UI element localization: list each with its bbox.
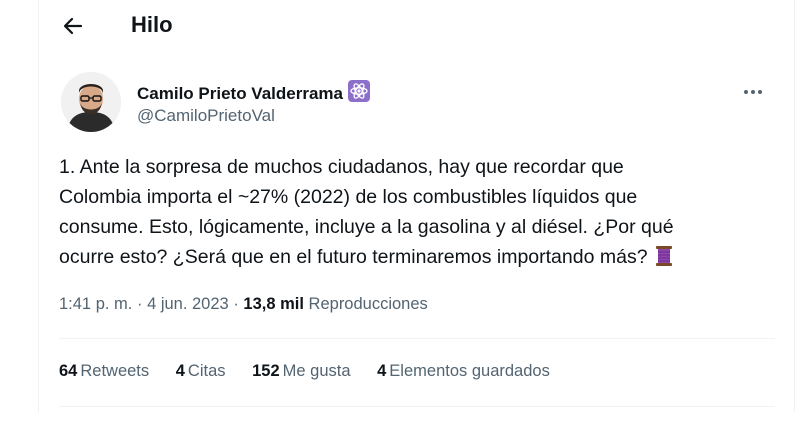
tweet-text: 1. Ante la sorpresa de muchos ciudadanos… (59, 152, 749, 272)
stat-label: Me gusta (282, 362, 351, 380)
tweet-line: 1. Ante la sorpresa de muchos ciudadanos… (59, 156, 624, 178)
more-horizontal-icon[interactable] (739, 82, 767, 102)
stat-label: Citas (187, 362, 226, 380)
stat-label: Elementos guardados (389, 362, 550, 380)
tweet-line: consume. Esto, lógicamente, incluye a la… (59, 216, 674, 238)
thread-spool-icon (652, 244, 676, 268)
author-handle[interactable]: @CamiloPrietoVal (137, 106, 275, 126)
tweet-line: Colombia importa el ~27% (2022) de los c… (59, 186, 638, 208)
tweet-line-last: ocurre esto? ¿Será que en el futuro term… (59, 242, 749, 272)
tweet-time[interactable]: 1:41 p. m. (59, 295, 132, 313)
author-name[interactable]: Camilo Prieto Valderrama (137, 80, 370, 104)
tweet-line: ocurre esto? ¿Será que en el futuro term… (59, 246, 648, 268)
stat-count: 64 (59, 362, 78, 380)
stat-count: 4 (377, 362, 387, 380)
tweet-meta: 1:41 p. m. · 4 jun. 2023 · 13,8 mil Repr… (59, 295, 428, 314)
meta-separator: · (233, 295, 239, 313)
atom-icon (347, 80, 370, 102)
likes-stat[interactable]: 152 Me gusta (252, 362, 350, 381)
retweets-stat[interactable]: 64 Retweets (59, 362, 149, 381)
divider (59, 406, 775, 407)
divider (59, 338, 775, 339)
header: Hilo (39, 0, 794, 52)
meta-separator: · (136, 295, 143, 313)
stat-label: Retweets (80, 362, 150, 380)
engagement-stats: 64 Retweets 4 Citas 152 Me gusta 4 Elementos… (59, 362, 572, 381)
arrow-left-icon[interactable] (59, 12, 87, 40)
views-count: 13,8 mil (243, 295, 304, 313)
bookmarks-stat[interactable]: 4 Elementos guardados (377, 362, 550, 381)
views-label: Reproducciones (308, 295, 428, 313)
stat-count: 152 (252, 362, 280, 380)
quotes-stat[interactable]: 4 Citas (176, 362, 226, 381)
tweet-date[interactable]: 4 jun. 2023 (147, 295, 229, 313)
tweet-author: Camilo Prieto Valderrama @CamiloPrietoVa… (61, 72, 771, 136)
avatar[interactable] (61, 72, 121, 132)
author-name-text: Camilo Prieto Valderrama (137, 84, 343, 103)
page-title: Hilo (131, 12, 173, 37)
stat-count: 4 (175, 362, 185, 380)
thread-column: Hilo Camilo Prieto Valderrama @CamiloPri… (38, 0, 795, 412)
